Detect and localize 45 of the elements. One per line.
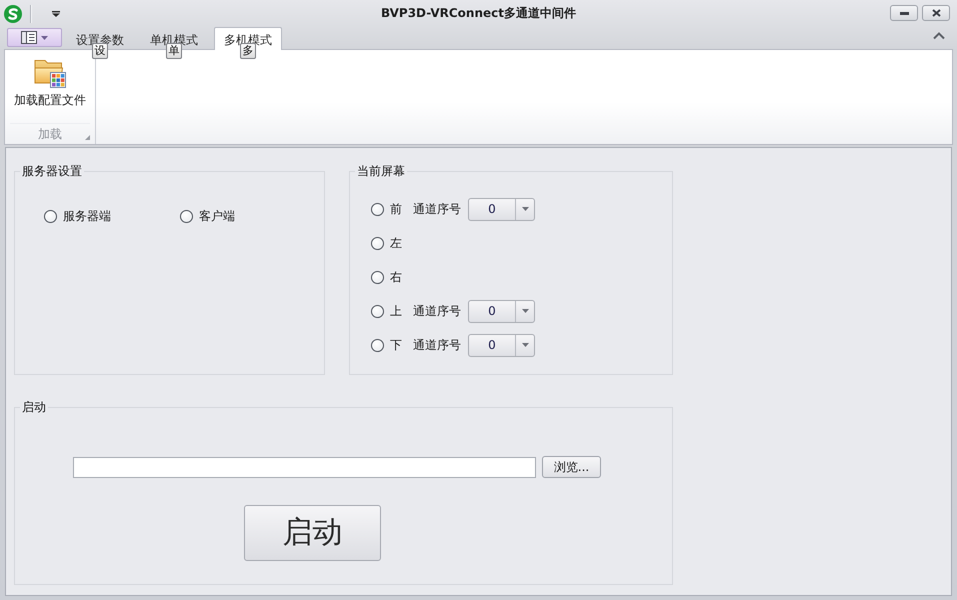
radio-label: 服务器端 <box>63 209 111 223</box>
radio-button[interactable] <box>371 270 384 284</box>
radio-label: 右 <box>390 270 402 284</box>
ribbon-group-label: 加载 <box>38 127 62 141</box>
channel-dropdown[interactable]: 0 <box>468 300 535 322</box>
radio-label: 左 <box>390 236 402 250</box>
radio-button[interactable] <box>371 202 384 216</box>
group-title: 启动 <box>21 400 47 414</box>
radio-label: 下 <box>390 338 402 352</box>
radio-label: 前 <box>390 202 402 216</box>
chevron-up-icon[interactable] <box>933 32 945 40</box>
minimize-icon <box>900 12 908 14</box>
radio-button[interactable] <box>180 210 193 222</box>
channel-label: 通道序号 <box>413 338 461 352</box>
panel-icon <box>21 31 37 44</box>
caret-icon <box>522 207 528 211</box>
key-tip: 设 <box>92 43 108 59</box>
radio-button[interactable] <box>44 210 57 222</box>
channel-dropdown[interactable]: 0 <box>468 334 535 356</box>
radio-button[interactable] <box>371 236 384 250</box>
close-button[interactable] <box>922 5 950 21</box>
load-config-button[interactable]: 加载配置文件 <box>14 56 86 108</box>
group-title: 当前屏幕 <box>356 164 406 178</box>
group-title: 服务器设置 <box>21 164 83 178</box>
radio-button[interactable] <box>371 338 384 352</box>
close-icon <box>932 9 940 17</box>
channel-label: 通道序号 <box>413 202 461 216</box>
caret-icon <box>41 36 48 40</box>
app-logo-icon <box>4 4 22 22</box>
caret-icon[interactable] <box>52 10 60 16</box>
key-tip: 单 <box>166 43 182 59</box>
window-title: BVP3D-VRConnect多通道中间件 <box>380 5 576 22</box>
browse-button[interactable]: 浏览... <box>542 456 601 478</box>
application-menu-button[interactable] <box>7 28 62 47</box>
path-field[interactable] <box>73 456 536 478</box>
start-button[interactable]: 启动 <box>244 505 381 561</box>
channel-label: 通道序号 <box>413 304 461 318</box>
radio-label: 上 <box>390 304 402 318</box>
channel-dropdown[interactable]: 0 <box>468 198 535 220</box>
key-tip: 多 <box>240 43 256 59</box>
radio-button[interactable] <box>371 304 384 318</box>
radio-label: 客户端 <box>199 209 235 223</box>
caret-icon <box>522 343 528 347</box>
minimize-button[interactable] <box>890 5 918 21</box>
caret-icon <box>522 309 528 313</box>
